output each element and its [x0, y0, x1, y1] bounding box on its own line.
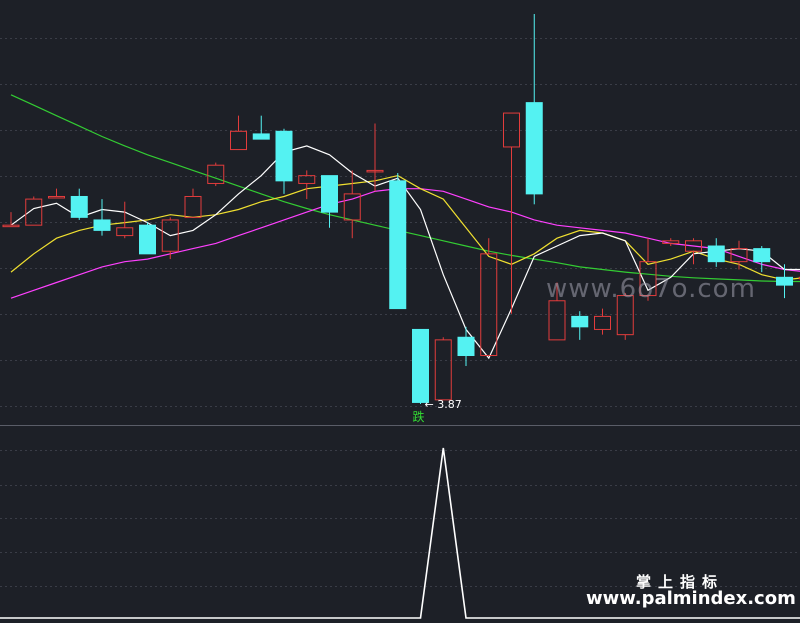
candle-17: [389, 173, 407, 310]
candle-18: [412, 328, 429, 404]
chart-background: [0, 0, 800, 623]
candle-body: [412, 328, 429, 403]
candle-body: [707, 245, 725, 263]
low-price-label: ← 3.87: [425, 398, 462, 411]
candle-body: [321, 175, 338, 213]
candle-body: [571, 315, 589, 328]
candle-body: [93, 219, 111, 231]
stock-chart: ← 3.87跌: [0, 0, 800, 623]
candle-body: [525, 102, 543, 195]
candle-body: [753, 248, 771, 263]
signal-label: 跌: [413, 409, 425, 424]
candle-body: [139, 224, 156, 255]
candle-body: [776, 276, 793, 286]
candle-6: [139, 222, 156, 255]
candle-body: [457, 336, 475, 357]
candle-body: [70, 195, 88, 218]
candle-body: [275, 130, 293, 182]
candle-body: [389, 180, 407, 310]
candle-body: [252, 133, 270, 140]
